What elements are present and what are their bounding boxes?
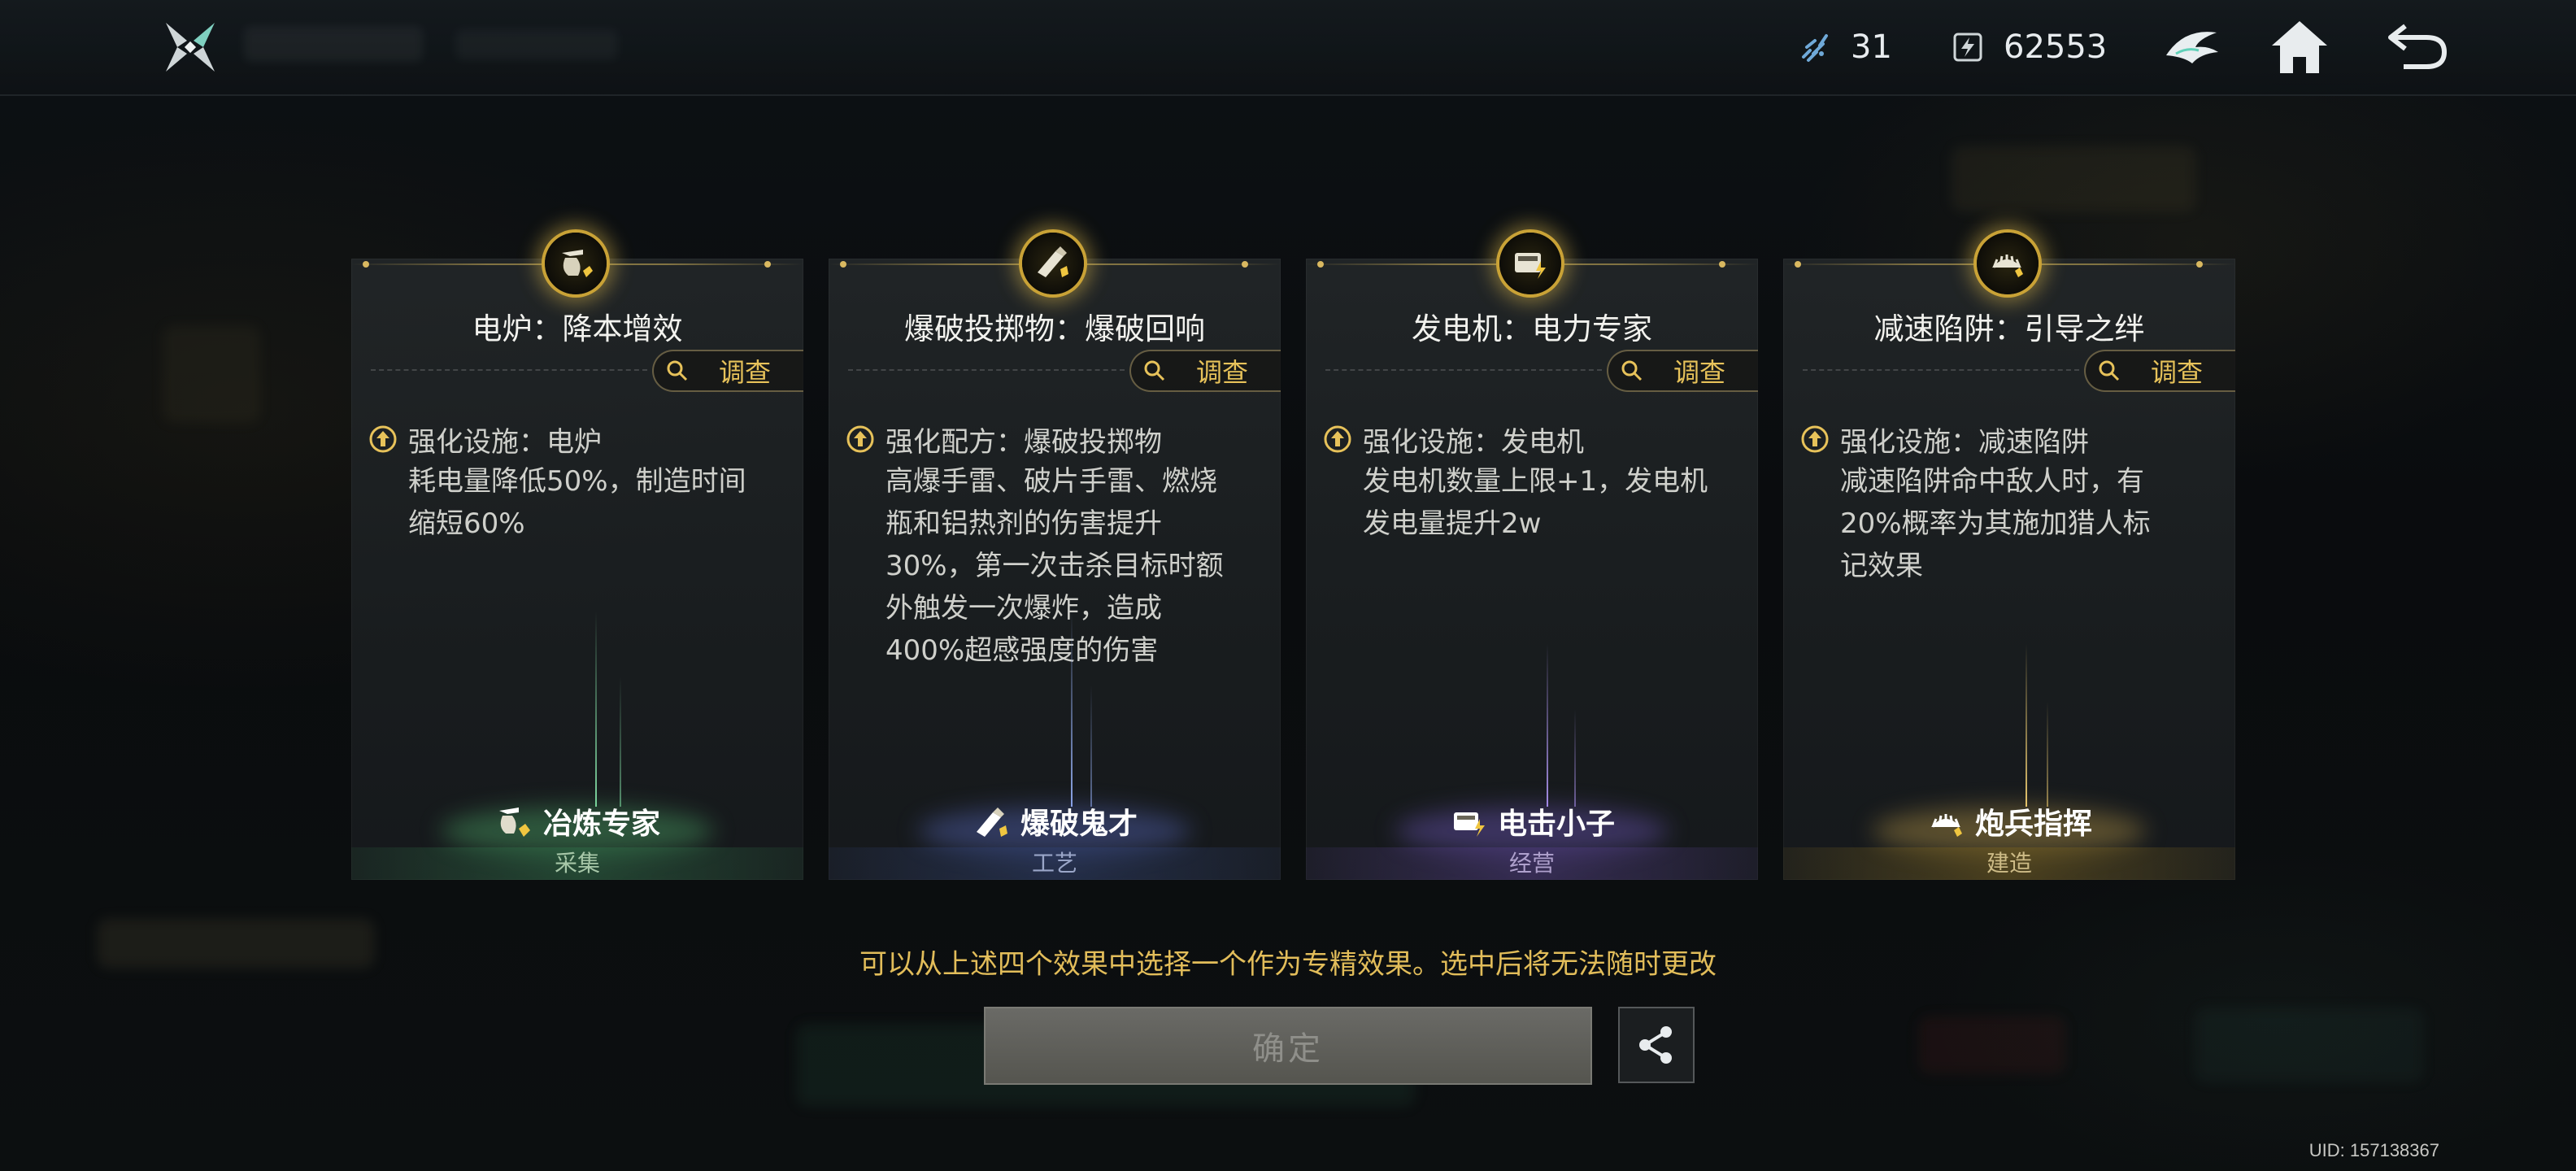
specialist-name: 爆破鬼才 [1020, 808, 1138, 841]
effect-description: 强化设施：减速陷阱 减速陷阱命中敌人时，有 20%概率为其施加猎人标 记效果 [1799, 420, 2222, 587]
effect-line: 发电量提升2w [1363, 507, 1542, 540]
card-title: 爆破投掷物：爆破回响 [904, 311, 1205, 346]
search-icon [1144, 360, 1165, 381]
generator-badge-icon [1499, 233, 1561, 294]
share-button[interactable] [1618, 1007, 1695, 1083]
effect-line: 记效果 [1840, 550, 1923, 582]
effect-line: 高爆手雷、破片手雷、燃烧 [886, 465, 1217, 498]
specialist-label: 爆破鬼才 [829, 800, 1281, 842]
category-label: 建造 [1783, 847, 2235, 880]
category-label: 采集 [351, 847, 803, 880]
effect-line: 瓶和铝热剂的伤害提升 [886, 507, 1162, 540]
upgrade-icon [1324, 425, 1351, 453]
effect-card-slow-trap[interactable]: 减速陷阱：引导之绊 调查 强化设施：减速陷阱 减速陷阱命中敌人时，有 20%概率… [1783, 233, 2235, 880]
effect-line: 减速陷阱命中敌人时，有 [1840, 465, 2144, 498]
user-id: UID: 157138367 [2308, 1140, 2439, 1160]
resource-energy: 62553 [1950, 23, 2107, 72]
effect-head: 强化设施：减速陷阱 [1840, 425, 2089, 459]
effect-description: 强化配方：爆破投掷物 高爆手雷、破片手雷、燃烧 瓶和铝热剂的伤害提升 30%，第… [845, 420, 1268, 672]
card-title: 减速陷阱：引导之绊 [1873, 311, 2145, 346]
effect-line: 20%概率为其施加猎人标 [1840, 507, 2151, 540]
energy-chip-icon [1953, 33, 1982, 62]
inspect-label: 调查 [1673, 357, 1726, 388]
shock-kid-icon [1453, 812, 1485, 837]
inspect-label: 调查 [719, 357, 772, 388]
back-arrow-icon[interactable] [2384, 15, 2449, 80]
specialist-label: 电击小子 [1306, 800, 1758, 842]
card-title: 发电机：电力专家 [1412, 311, 1652, 346]
effect-line: 400%超感强度的伤害 [886, 634, 1159, 667]
confirm-button[interactable]: 确定 [984, 1007, 1592, 1085]
specialist-name: 冶炼专家 [542, 808, 660, 841]
specialization-screen: 31 62553 电炉：降本增效 调查 强化设施：电炉 耗电量降低50%，制造时… [0, 0, 2576, 1171]
demolition-genius-icon [976, 808, 1007, 837]
inspect-button[interactable]: 调查 [1607, 350, 1758, 392]
upgrade-icon [369, 425, 397, 453]
resource-crystal: 31 [1797, 23, 1892, 72]
search-icon [1621, 360, 1643, 381]
inspect-label: 调查 [2151, 357, 2204, 388]
crystal-shard-icon [1802, 34, 1828, 62]
specialist-label: 冶炼专家 [351, 800, 803, 842]
category-label: 工艺 [829, 847, 1281, 880]
upgrade-icon [1801, 425, 1829, 453]
home-icon[interactable] [2267, 15, 2332, 80]
category-label: 经营 [1306, 847, 1758, 880]
energy-count: 62553 [2004, 28, 2108, 66]
effect-line: 发电机数量上限+1，发电机 [1363, 465, 1708, 498]
specialist-label: 炮兵指挥 [1783, 800, 2235, 842]
crystal-count: 31 [1851, 28, 1892, 66]
game-logo-icon[interactable] [159, 16, 221, 78]
effect-line: 30%，第一次击杀目标时额 [886, 550, 1224, 582]
effect-card-generator[interactable]: 发电机：电力专家 调查 强化设施：发电机 发电机数量上限+1，发电机 发电量提升… [1306, 233, 1758, 880]
specialist-name: 炮兵指挥 [1974, 808, 2092, 841]
effect-card-blast-throwables[interactable]: 爆破投掷物：爆破回响 调查 强化配方：爆破投掷物 高爆手雷、破片手雷、燃烧 瓶和… [829, 233, 1281, 880]
specialist-name: 电击小子 [1497, 808, 1615, 841]
inspect-label: 调查 [1196, 357, 1249, 388]
effect-head: 强化设施：电炉 [408, 425, 602, 459]
brand-emblem-icon[interactable] [2160, 15, 2225, 80]
effect-card-electric-furnace[interactable]: 电炉：降本增效 调查 强化设施：电炉 耗电量降低50%，制造时间 缩短60% 冶… [351, 233, 803, 880]
inspect-button[interactable]: 调查 [2084, 350, 2235, 392]
top-bar: 31 62553 [0, 0, 2576, 96]
effect-line: 外触发一次爆炸，造成 [886, 592, 1162, 625]
upgrade-icon [846, 425, 874, 453]
smelting-expert-icon [498, 808, 530, 837]
effect-head: 强化设施：发电机 [1363, 425, 1584, 459]
artillery-commander-icon [1930, 814, 1962, 837]
inspect-button[interactable]: 调查 [1129, 350, 1281, 392]
effect-description: 强化设施：电炉 耗电量降低50%，制造时间 缩短60% [368, 420, 790, 545]
effect-line: 耗电量降低50%，制造时间 [408, 465, 746, 498]
furnace-badge-icon [545, 233, 607, 294]
grenade-badge-icon [1022, 233, 1084, 294]
share-icon [1639, 1026, 1672, 1064]
inspect-button[interactable]: 调查 [652, 350, 803, 392]
search-icon [2099, 360, 2120, 381]
effect-line: 缩短60% [408, 507, 525, 540]
trap-badge-icon [1977, 233, 2039, 294]
search-icon [667, 360, 688, 381]
selection-notice: 可以从上述四个效果中选择一个作为专精效果。选中后将无法随时更改 [859, 948, 1717, 981]
effect-head: 强化配方：爆破投掷物 [886, 425, 1162, 459]
card-title: 电炉：降本增效 [472, 311, 683, 346]
effect-description: 强化设施：发电机 发电机数量上限+1，发电机 发电量提升2w [1322, 420, 1745, 545]
